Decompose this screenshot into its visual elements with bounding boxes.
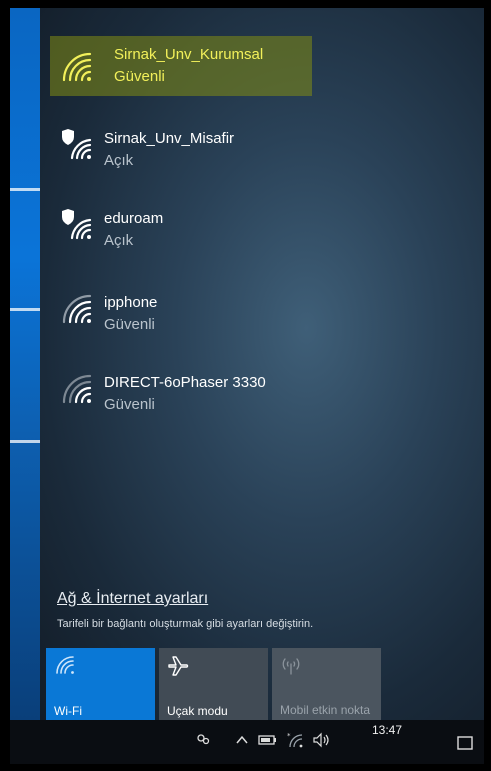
- wifi-toggle-tile[interactable]: Wi-Fi: [46, 648, 155, 726]
- network-item-direct-phaser[interactable]: DIRECT-6oPhaser 3330 Güvenli: [40, 360, 484, 430]
- network-name: DIRECT-6oPhaser 3330: [104, 374, 266, 391]
- network-item-sirnak-unv-misafir[interactable]: Sirnak_Unv_Misafir Açık: [40, 120, 484, 190]
- hotspot-icon: [280, 654, 302, 676]
- wifi-tile-label: Wi-Fi: [54, 704, 82, 718]
- chevron-up-icon[interactable]: [234, 732, 250, 748]
- settings-description: Tarifeli bir bağlantı oluşturmak gibi ay…: [57, 618, 314, 630]
- people-icon[interactable]: [194, 732, 212, 750]
- desktop-background: [10, 8, 40, 720]
- wifi-weak-icon: [60, 372, 94, 406]
- wifi-shield-icon: [60, 128, 94, 162]
- wifi-icon: [60, 292, 94, 326]
- volume-icon[interactable]: [312, 731, 332, 749]
- network-item-eduroam[interactable]: eduroam Açık: [40, 200, 484, 270]
- clock[interactable]: 13:47: [372, 723, 402, 737]
- wifi-icon: [60, 50, 94, 84]
- network-name: Sirnak_Unv_Kurumsal: [114, 46, 264, 63]
- network-item-sirnak-unv-kurumsal[interactable]: Sirnak_Unv_Kurumsal Güvenli: [50, 36, 312, 96]
- network-name: Sirnak_Unv_Misafir: [104, 130, 235, 147]
- hotspot-tile-label: Mobil etkin nokta: [280, 703, 371, 717]
- mobile-hotspot-tile[interactable]: Mobil etkin nokta: [272, 648, 381, 726]
- airplane-icon: [167, 654, 189, 676]
- network-tray-icon[interactable]: *: [286, 731, 304, 749]
- airplane-mode-tile[interactable]: Uçak modu: [159, 648, 268, 726]
- network-internet-settings-link[interactable]: Ağ & İnternet ayarları: [57, 590, 208, 608]
- network-status: Açık: [104, 232, 134, 249]
- airplane-tile-label: Uçak modu: [167, 704, 228, 718]
- network-panel: Sirnak_Unv_Kurumsal Güvenli Sirnak_Unv_M…: [40, 8, 484, 720]
- svg-text:*: *: [287, 732, 291, 740]
- network-name: eduroam: [104, 210, 164, 227]
- network-status: Güvenli: [104, 316, 155, 333]
- network-status: Güvenli: [104, 396, 155, 413]
- network-status: Güvenli: [114, 68, 165, 85]
- network-item-ipphone[interactable]: ipphone Güvenli: [40, 280, 484, 350]
- action-center-icon[interactable]: [456, 734, 474, 752]
- taskbar: * 13:47: [10, 720, 484, 764]
- network-flyout-window: Sirnak_Unv_Kurumsal Güvenli Sirnak_Unv_M…: [10, 8, 484, 764]
- network-status: Açık: [104, 152, 134, 169]
- wifi-tile-icon: [54, 654, 76, 676]
- wifi-shield-icon: [60, 208, 94, 242]
- battery-icon[interactable]: [258, 733, 278, 747]
- network-name: ipphone: [104, 294, 158, 311]
